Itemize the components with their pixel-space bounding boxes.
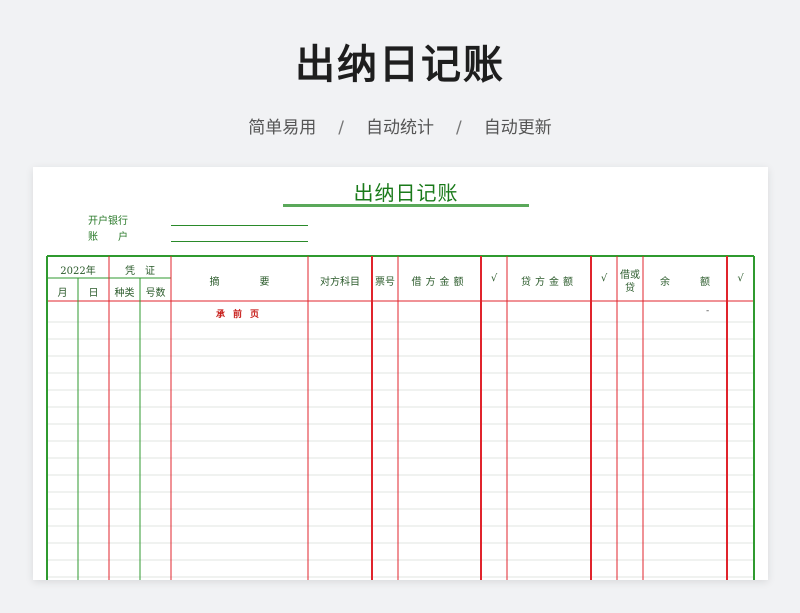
carry-forward-label: 承前页	[216, 310, 268, 320]
balance-dash: -	[706, 306, 710, 316]
ledger-sheet: 出纳日记账 开户银行 账 户 2022年 凭 证 月 日 种类 号数 摘 要 对…	[33, 167, 768, 580]
header-voucher-type: 种类	[114, 288, 135, 299]
header-year: 2022年	[60, 266, 96, 277]
subtitle: 简单易用 / 自动统计 / 自动更新	[0, 113, 800, 138]
header-check-1: √	[490, 273, 498, 284]
page-title: 出纳日记账	[295, 42, 505, 88]
header-voucher: 凭 证	[125, 266, 155, 277]
subtitle-item-auto-update: 自动更新	[483, 118, 552, 138]
header-debit-amount: 借方金额	[411, 277, 468, 288]
header-counter-account: 对方科目	[320, 277, 360, 288]
header-check-3: √	[737, 273, 744, 284]
header-voucher-number: 号数	[145, 288, 166, 299]
header-month: 月	[57, 288, 68, 299]
subtitle-separator: /	[338, 118, 344, 138]
header-credit-amount: 贷方金额	[521, 277, 577, 288]
ledger-grid	[46, 255, 755, 580]
subtitle-item-easy: 简单易用	[248, 118, 317, 138]
row-lines	[47, 321, 754, 578]
header-debit-or-credit-bottom: 贷	[625, 283, 635, 294]
header-check-2: √	[600, 273, 608, 284]
subtitle-item-auto-stats: 自动统计	[366, 118, 434, 138]
header-ticket-no: 票号	[375, 277, 395, 288]
header-balance: 余 额	[660, 277, 710, 288]
header-day: 日	[88, 288, 99, 299]
subtitle-separator: /	[456, 118, 462, 138]
header-summary: 摘 要	[209, 277, 270, 288]
